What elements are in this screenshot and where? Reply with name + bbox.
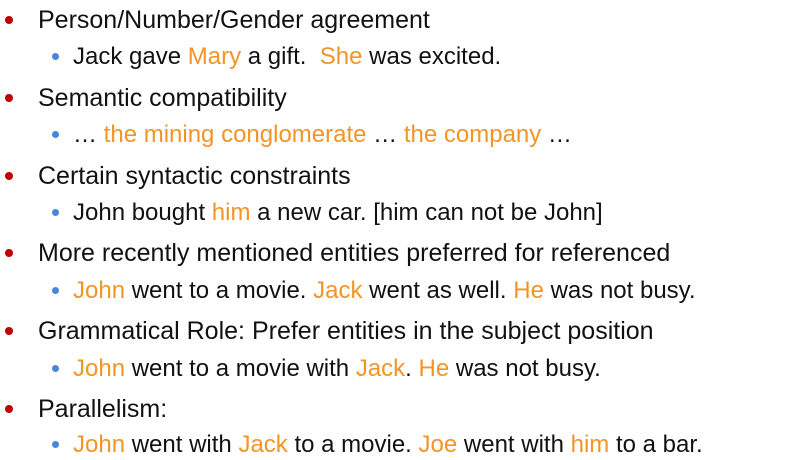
bullet-dot-icon [5,327,13,335]
bullet-heading-6: Parallelism: [5,395,168,423]
bullet-example-1: Jack gave Mary a gift. She was excited. [52,43,502,70]
example-segment: was not busy. [543,277,696,304]
example-highlight: He [513,277,544,304]
bullet-heading-text: Person/Number/Gender agreement [38,6,430,34]
bullet-example-4: John went to a movie. Jack went as well.… [52,277,696,304]
bullet-heading-text: Grammatical Role: Prefer entities in the… [38,317,654,345]
example-segment: … [366,121,404,148]
example-segment: … [73,121,104,148]
bullet-heading-2: Semantic compatibility [5,84,287,112]
example-segment: to a movie. [287,431,419,458]
example-highlight: him [570,431,610,458]
example-highlight: Mary [187,43,242,70]
bullet-heading-text: Certain syntactic constraints [38,162,351,190]
example-highlight: Joe [418,431,458,458]
example-highlight: Jack [355,355,406,382]
bullet-example-2: … the mining conglomerate … the company … [52,121,572,148]
bullet-example-5: John went to a movie with Jack. He was n… [52,355,601,382]
bullet-example-3: John bought him a new car. [him can not … [52,199,603,226]
bullet-heading-text: Semantic compatibility [38,84,287,112]
bullet-heading-3: Certain syntactic constraints [5,162,351,190]
bullet-heading-text: Parallelism: [38,395,168,423]
example-segment: went with [125,431,239,458]
sub-bullet-dot-icon [52,53,59,60]
example-highlight: him [211,199,251,226]
example-segment: to a bar. [609,431,703,458]
example-highlight: Jack [238,431,288,458]
example-segment: went as well. [362,277,514,304]
example-highlight: She [319,43,363,70]
bullet-dot-icon [5,249,13,257]
example-highlight: John [73,431,126,458]
bullet-example-6: John went with Jack to a movie. Joe went… [52,431,703,458]
bullet-heading-1: Person/Number/Gender agreement [5,6,430,34]
sub-bullet-dot-icon [52,441,59,448]
example-segment: was not busy. [449,355,601,382]
sub-bullet-dot-icon [52,131,59,138]
bullet-heading-4: More recently mentioned entities preferr… [5,239,671,267]
bullet-dot-icon [5,94,13,102]
example-segment: was excited. [362,43,502,70]
example-segment: a gift. [241,43,320,70]
example-highlight: Jack [313,277,363,304]
example-segment: … [541,121,572,148]
bullet-heading-5: Grammatical Role: Prefer entities in the… [5,317,654,345]
example-segment: went with [457,431,571,458]
example-segment: a new car. [him can not be John] [250,199,603,226]
bullet-heading-text: More recently mentioned entities preferr… [38,239,671,267]
example-highlight: John [73,355,126,382]
sub-bullet-dot-icon [52,365,59,372]
example-highlight: the mining conglomerate [103,121,367,148]
example-segment: John bought [73,199,212,226]
example-segment: . [405,355,419,382]
example-segment: Jack gave [73,43,188,70]
sub-bullet-dot-icon [52,209,59,216]
bullet-dot-icon [5,172,13,180]
sub-bullet-dot-icon [52,287,59,294]
example-highlight: the company [403,121,542,148]
example-highlight: He [418,355,450,382]
bullet-dot-icon [5,405,13,413]
example-segment: went to a movie with [125,355,356,382]
example-highlight: John [73,277,126,304]
bullet-dot-icon [5,16,13,24]
example-segment: went to a movie. [125,277,314,304]
slide: Person/Number/Gender agreement Jack gave… [0,0,787,460]
